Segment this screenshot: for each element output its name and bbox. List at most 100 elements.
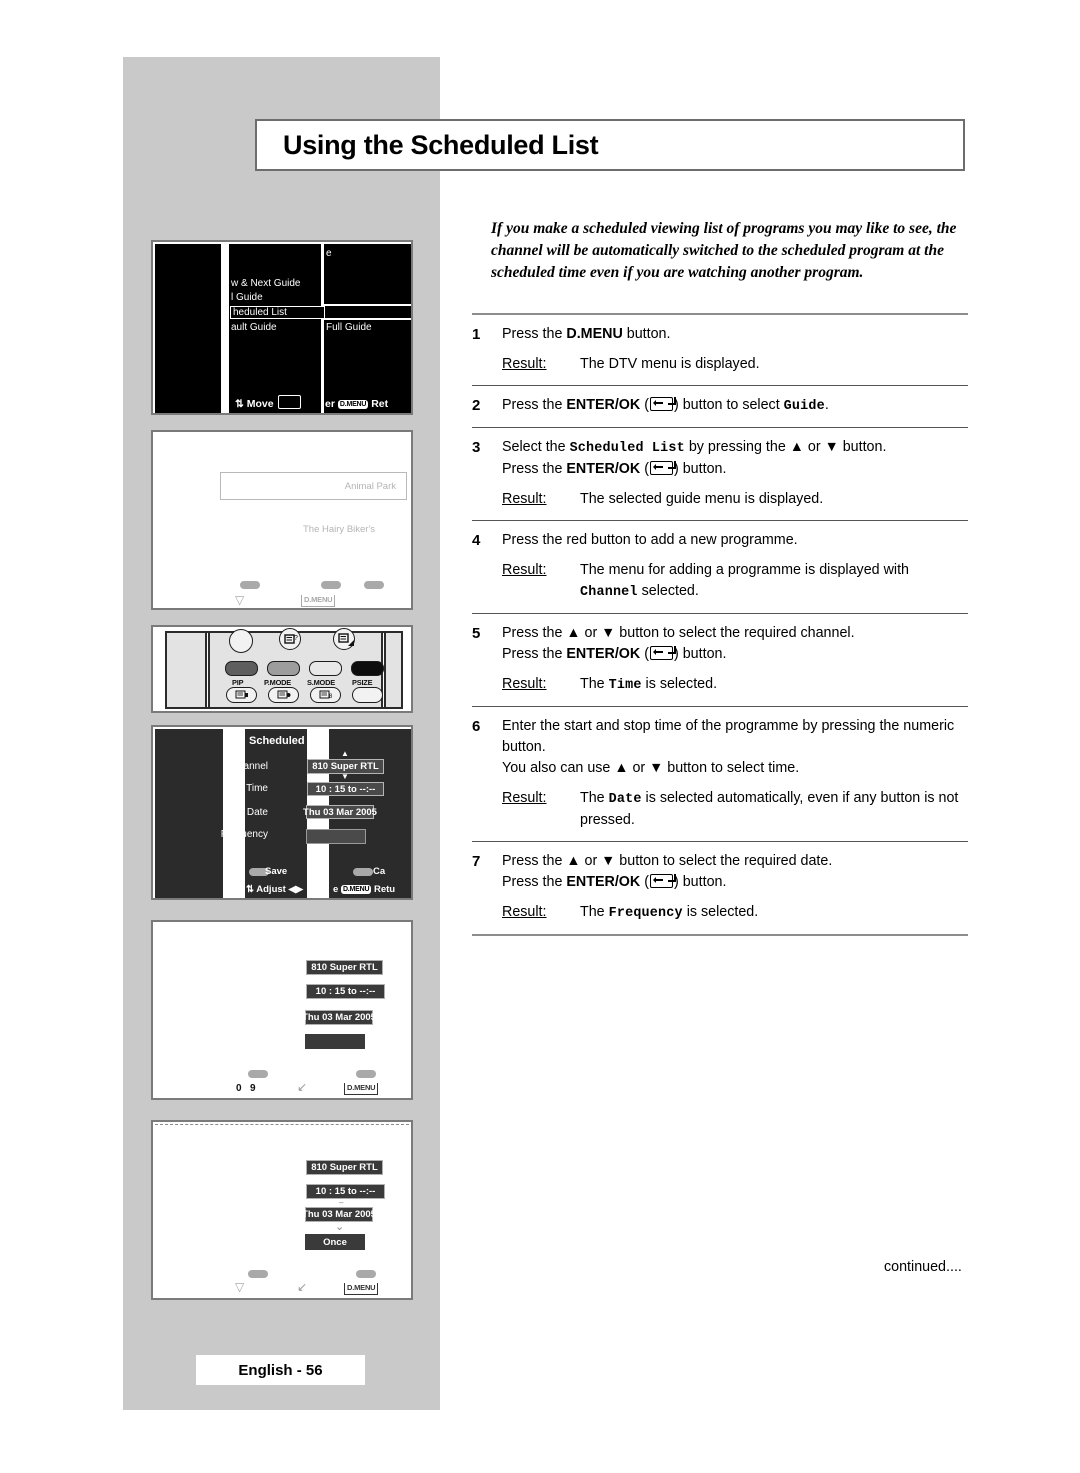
step-text: ( [640,461,649,477]
result-text: The menu for adding a programme is displ… [580,560,968,603]
dmenu-icon: D.MENU [301,595,336,607]
page-title: Using the Scheduled List [283,129,599,160]
remote-oval-button[interactable] [352,687,383,703]
form-field-time[interactable]: 10 : 15 to --:-- [307,782,384,796]
numeric-key-9[interactable]: 9 [250,1083,256,1094]
color-button-pill[interactable] [356,1270,376,1278]
svg-text:?: ? [294,635,298,642]
step-text: Press the [502,646,567,662]
step-3: 3 Select the Scheduled List by pressing … [472,428,968,520]
enter-ok-icon [649,461,676,475]
enter-ok-button-name: ENTER/OK [566,461,641,477]
step-number: 3 [472,439,481,456]
result-text: The Frequency is selected. [580,902,968,924]
color-button-pill[interactable] [321,581,341,589]
step-text: ( [640,397,649,413]
result-text-part: is selected. [682,904,759,920]
page-number-box: English - 56 [196,1355,365,1385]
dmenu-icon: D.MENU [344,1083,379,1095]
result-text: The selected guide menu is displayed. [580,491,824,507]
enter-ok-icon [649,397,676,411]
dmenu-icon: D.MENU [344,1283,379,1295]
form-title: Scheduled List [249,735,328,747]
step-text: Press the ▲ or ▼ button to select the re… [502,625,855,641]
date-field-name: Date [608,792,642,807]
chevron-down-icon: ⌄ [335,1221,345,1233]
value-frequency[interactable] [305,1034,365,1049]
step-body: Select the Scheduled List by pressing th… [502,437,968,510]
dmenu-icon: D.MENU [340,885,372,894]
result-label: Result: [502,904,547,920]
result-text-part: selected. [637,583,699,599]
guide-menu-name: Guide [783,399,825,414]
step-body: Press the ENTER/OK () button to select G… [502,395,968,417]
form-footer-adjust: Adjust [256,884,286,895]
remote-oval-button[interactable] [226,687,257,703]
value-channel[interactable]: 810 Super RTL [306,960,383,975]
illustration-faded-epg: Animal Park The Hairy Biker's ▽ D.MENU [151,430,413,610]
epg-highlight-row[interactable]: Animal Park [220,472,407,500]
step-text: Press the [502,326,567,342]
osd-item-scheduled-list[interactable]: heduled List [230,306,325,319]
remote-info-icon-button[interactable]: ? [279,628,301,650]
step-text: ( [640,874,649,890]
remote-round-button[interactable] [229,629,253,653]
manual-page: Using the Scheduled List If you make a s… [0,0,1080,1473]
numeric-key-0[interactable]: 0 [236,1083,242,1094]
value-date[interactable]: Thu 03 Mar 2005 [302,1010,376,1025]
color-button-pill[interactable] [240,581,260,589]
remote-oval-button[interactable] [268,687,299,703]
remote-picture-icon-button[interactable] [333,628,355,650]
osd-item-now-next-guide[interactable]: w & Next Guide [231,278,300,289]
enter-ok-icon [277,395,301,409]
step-text: You also can use ▲ or ▼ button to select… [502,760,800,776]
result-text: The Time is selected. [580,674,968,696]
psize-button[interactable] [351,661,384,676]
result-label: Result: [502,356,547,372]
page-number-label: English - 56 [238,1361,323,1379]
epg-programme-hairy-bikers: The Hairy Biker's [303,524,376,535]
form-footer-save: Save [265,866,288,877]
down-arrow-icon: ↙ [297,1080,308,1094]
step-text: Press the [502,874,567,890]
osd-item-full-guide[interactable]: Full Guide [326,322,372,333]
result-text-part: The menu for adding a programme is displ… [580,562,909,578]
result-label: Result: [502,562,547,578]
value-time[interactable]: 10 : 15 to --:-- [306,984,385,999]
step-number: 1 [472,326,481,343]
step-body: Press the red button to add a new progra… [502,530,968,603]
step-number: 4 [472,532,481,549]
osd-item-default-guide[interactable]: ault Guide [231,322,277,333]
illustration-scheduled-list-form: Scheduled List Channel Time Date Frequen… [151,725,413,900]
form-field-frequency[interactable] [306,829,366,844]
enter-ok-icon [649,646,676,660]
illustration-values-step6: 810 Super RTL 10 : 15 to --:-- Thu 03 Ma… [151,920,413,1100]
osd-footer-move: ⇅ Move [235,395,302,410]
value-channel[interactable]: 810 Super RTL [306,1160,383,1175]
color-button-pill[interactable] [248,1270,268,1278]
p-mode-button[interactable] [267,661,300,676]
blue-button-pill[interactable] [353,868,373,876]
step-text: Press the [502,397,567,413]
form-label-time: Time [246,783,268,794]
form-footer-move: e [333,884,339,895]
step-text: . [824,397,829,413]
remote-oval-button[interactable]: 8 [310,687,341,703]
color-button-pill[interactable] [356,1070,376,1078]
osd-footer-return: er D.MENU Ret [325,398,388,410]
step-4: 4 Press the red button to add a new prog… [472,521,968,613]
step-6: 6 Enter the start and stop time of the p… [472,707,968,841]
pip-button[interactable] [225,661,258,676]
s-mode-button[interactable] [309,661,342,676]
value-time[interactable]: 10 : 15 to --:-- [306,1184,385,1199]
color-button-pill[interactable] [364,581,384,589]
illustration-guide-menu: e Full Guide w & Next Guide l Guide hedu… [151,240,413,415]
value-date[interactable]: Thu 03 Mar 2005 [302,1207,376,1222]
osd-item-full-guide-2[interactable]: l Guide [231,292,263,303]
result-row: Result: The DTV menu is displayed. [502,354,968,375]
color-button-pill[interactable] [248,1070,268,1078]
value-frequency[interactable]: Once [305,1234,365,1250]
form-field-date[interactable]: Thu 03 Mar 2005 [303,805,377,819]
osd-footer-move-label: Move [246,398,274,410]
remote-rail [205,633,210,707]
